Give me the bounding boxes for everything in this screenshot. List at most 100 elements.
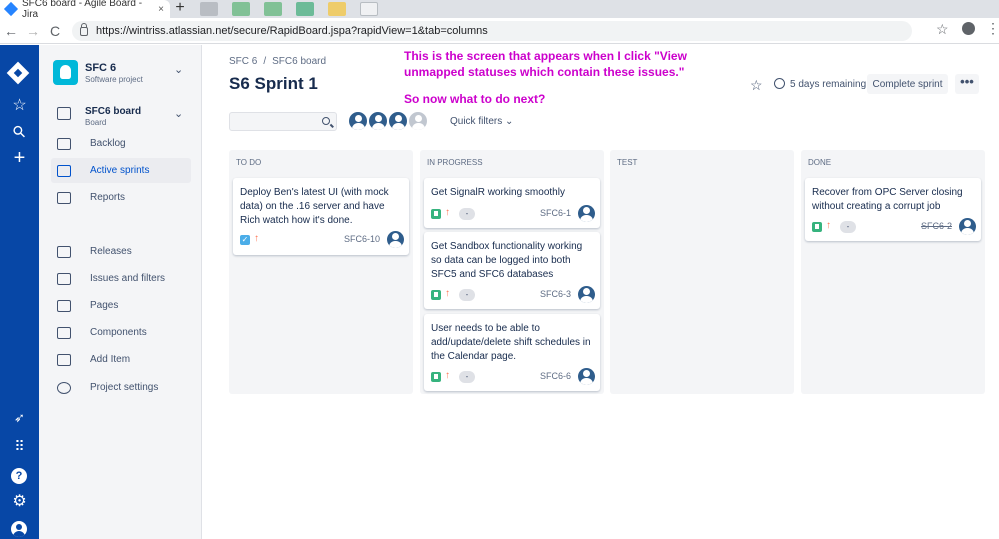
tab-close-icon[interactable]: × bbox=[158, 4, 164, 15]
forward-button[interactable]: → bbox=[22, 23, 44, 39]
board-name[interactable]: SFC6 board bbox=[85, 106, 141, 117]
sidebar-item-backlog[interactable]: Backlog bbox=[51, 131, 191, 156]
card-summary: Recover from OPC Server closing without … bbox=[812, 187, 963, 212]
jira-logo-icon[interactable] bbox=[6, 61, 30, 85]
quick-filters-dropdown[interactable]: Quick filters ⌄ bbox=[450, 116, 513, 127]
priority-high-icon: ↑ bbox=[445, 207, 450, 218]
sidebar-item-components[interactable]: Components bbox=[51, 320, 191, 345]
breadcrumb: SFC 6 / SFC6 board bbox=[229, 56, 326, 67]
clock-icon bbox=[774, 78, 785, 89]
starred-icon[interactable]: ☆ bbox=[0, 95, 39, 115]
issue-card[interactable]: Get Sandbox functionality working so dat… bbox=[424, 232, 600, 309]
add-item-icon bbox=[57, 353, 71, 366]
column-header: TO DO bbox=[236, 158, 262, 167]
tab-icon[interactable] bbox=[264, 2, 282, 16]
tab-icon[interactable] bbox=[200, 2, 218, 16]
ship-icon bbox=[57, 245, 71, 258]
complete-sprint-button[interactable]: Complete sprint bbox=[867, 74, 948, 94]
board-column-test: TEST bbox=[610, 150, 794, 394]
settings-icon[interactable]: ⚙ bbox=[0, 491, 39, 511]
sidebar-item-issues-and-filters[interactable]: Issues and filters bbox=[51, 266, 191, 291]
card-summary: Get SignalR working smoothly bbox=[431, 187, 565, 198]
avatar bbox=[578, 286, 595, 303]
reload-button[interactable]: C bbox=[44, 23, 66, 39]
user-avatar[interactable] bbox=[11, 521, 27, 537]
browser-tab[interactable]: SFC6 board - Agile Board - Jira × bbox=[0, 0, 170, 20]
rocket-icon[interactable]: ➶ bbox=[0, 410, 39, 426]
issue-card[interactable]: Recover from OPC Server closing without … bbox=[805, 178, 981, 241]
issue-card[interactable]: User needs to be able to add/update/dele… bbox=[424, 314, 600, 391]
create-icon[interactable]: + bbox=[0, 147, 39, 170]
sidebar-item-label: Components bbox=[90, 327, 147, 338]
avatar[interactable] bbox=[407, 110, 429, 132]
browser-profile-icon[interactable] bbox=[962, 22, 975, 35]
sidebar-item-project-settings[interactable]: Project settings bbox=[51, 375, 191, 400]
app-switcher-icon[interactable]: ⠿ bbox=[0, 438, 39, 455]
issue-card[interactable]: Deploy Ben's latest UI (with mock data) … bbox=[233, 178, 409, 255]
global-navigation: ☆ ⚲ + ➶ ⠿ ? ⚙ bbox=[0, 45, 39, 539]
estimate-badge: - bbox=[459, 208, 475, 220]
new-tab-button[interactable]: + bbox=[170, 0, 190, 18]
chevron-down-icon[interactable]: ⌄ bbox=[174, 63, 183, 76]
story-icon bbox=[431, 290, 441, 300]
project-sidebar: SFC 6 Software project ⌄ SFC6 board Boar… bbox=[39, 45, 202, 539]
tab-icon[interactable] bbox=[360, 2, 378, 16]
sidebar-item-releases[interactable]: Releases bbox=[51, 239, 191, 264]
card-summary: User needs to be able to add/update/dele… bbox=[431, 323, 591, 362]
sidebar-item-active-sprints[interactable]: Active sprints bbox=[51, 158, 191, 183]
chart-icon bbox=[57, 191, 71, 204]
component-icon bbox=[57, 326, 71, 339]
issue-card[interactable]: Get SignalR working smoothly ↑ - SFC6-1 bbox=[424, 178, 600, 228]
project-name[interactable]: SFC 6 bbox=[85, 62, 116, 74]
page-icon bbox=[57, 299, 71, 312]
estimate-badge: - bbox=[459, 289, 475, 301]
sprint-remaining: 5 days remaining bbox=[790, 79, 867, 90]
more-actions-button[interactable]: ••• bbox=[955, 74, 979, 94]
avatar[interactable] bbox=[347, 110, 369, 132]
issue-key[interactable]: SFC6-1 bbox=[540, 208, 571, 218]
avatar bbox=[959, 218, 976, 235]
column-header: IN PROGRESS bbox=[427, 158, 483, 167]
issue-key[interactable]: SFC6-2 bbox=[921, 221, 952, 231]
tab-title: SFC6 board - Agile Board - Jira bbox=[22, 0, 143, 20]
help-icon[interactable]: ? bbox=[11, 468, 27, 484]
assignee-avatars bbox=[347, 110, 429, 132]
sidebar-item-add-item[interactable]: Add Item bbox=[51, 347, 191, 372]
board-column-done: DONE Recover from OPC Server closing wit… bbox=[801, 150, 985, 394]
issue-key[interactable]: SFC6-3 bbox=[540, 289, 571, 299]
bookmark-star-icon[interactable]: ☆ bbox=[936, 21, 949, 38]
lock-icon bbox=[80, 22, 88, 36]
avatar[interactable] bbox=[387, 110, 409, 132]
tab-icon[interactable] bbox=[232, 2, 250, 16]
tab-icon[interactable] bbox=[328, 2, 346, 16]
breadcrumb-project[interactable]: SFC 6 bbox=[229, 56, 257, 67]
project-avatar[interactable] bbox=[53, 60, 78, 85]
card-footer: ↑ - SFC6-6 bbox=[431, 368, 595, 385]
sidebar-item-label: Backlog bbox=[90, 138, 126, 149]
breadcrumb-board[interactable]: SFC6 board bbox=[272, 56, 326, 67]
search-icon[interactable] bbox=[322, 117, 330, 125]
sidebar-item-label: Releases bbox=[90, 246, 132, 257]
tab-icon[interactable] bbox=[296, 2, 314, 16]
page-title: S6 Sprint 1 bbox=[229, 74, 318, 93]
sidebar-item-reports[interactable]: Reports bbox=[51, 185, 191, 210]
issue-key[interactable]: SFC6-6 bbox=[540, 371, 571, 381]
column-header: TEST bbox=[617, 158, 638, 167]
star-icon[interactable]: ☆ bbox=[750, 77, 763, 94]
story-icon bbox=[431, 372, 441, 382]
avatar[interactable] bbox=[367, 110, 389, 132]
sidebar-item-pages[interactable]: Pages bbox=[51, 293, 191, 318]
issue-key[interactable]: SFC6-10 bbox=[344, 234, 380, 244]
browser-menu-icon[interactable]: ⋮ bbox=[986, 20, 999, 37]
back-button[interactable]: ← bbox=[0, 23, 22, 39]
chevron-down-icon[interactable]: ⌄ bbox=[174, 107, 183, 120]
search-input[interactable] bbox=[230, 115, 318, 132]
gear-icon bbox=[57, 381, 71, 394]
annotation-text: This is the screen that appears when I c… bbox=[404, 49, 687, 79]
url-bar[interactable]: https://wintriss.atlassian.net/secure/Ra… bbox=[72, 21, 912, 41]
card-summary: Deploy Ben's latest UI (with mock data) … bbox=[240, 187, 389, 226]
card-summary: Get Sandbox functionality working so dat… bbox=[431, 241, 583, 280]
priority-high-icon: ↑ bbox=[445, 370, 450, 381]
board-column-todo: TO DO Deploy Ben's latest UI (with mock … bbox=[229, 150, 413, 394]
card-footer: ↑ - SFC6-2 bbox=[812, 218, 976, 235]
